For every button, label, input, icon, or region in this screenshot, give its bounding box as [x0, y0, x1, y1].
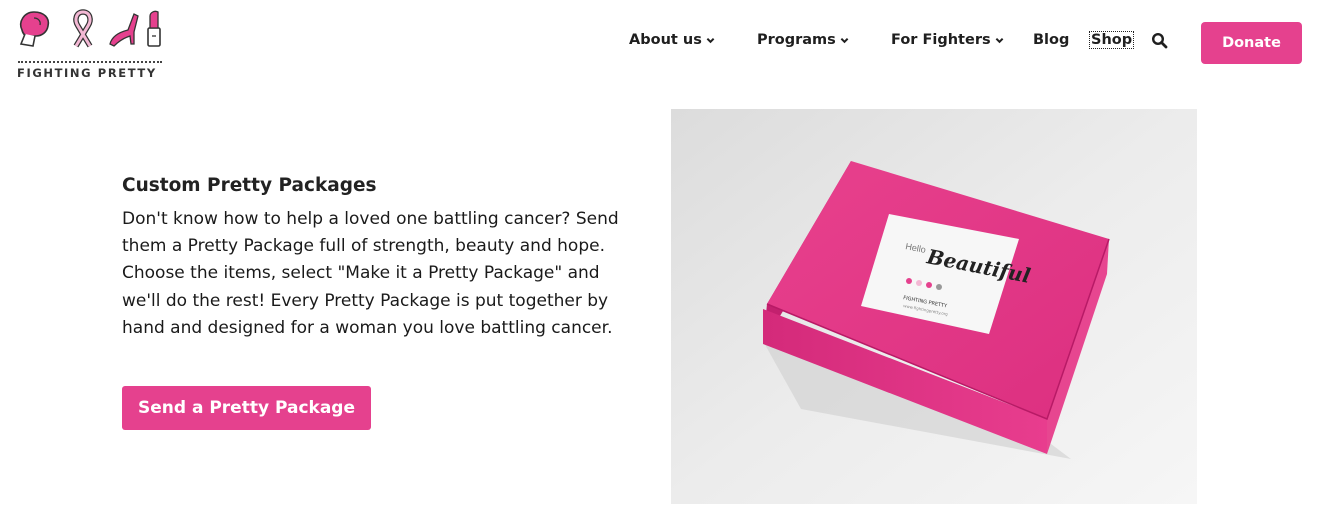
nav-shop-label: Shop	[1091, 32, 1133, 48]
nav-about-us[interactable]: About us	[629, 32, 715, 48]
nav-for-fighters[interactable]: For Fighters	[891, 32, 1004, 48]
section-description: Don't know how to help a loved one battl…	[122, 209, 619, 338]
section-heading: Custom Pretty Packages	[122, 175, 377, 196]
nav-programs-label: Programs	[757, 32, 836, 48]
nav-for-fighters-label: For Fighters	[891, 32, 991, 48]
pretty-package-photo: Hello Beautiful FIGHTING PRETTY www.figh…	[671, 109, 1197, 504]
logo-divider	[18, 61, 162, 63]
chevron-down-icon	[706, 37, 715, 43]
logo-text: FIGHTING PRETTY	[17, 66, 157, 80]
site-logo[interactable]: FIGHTING PRETTY	[16, 8, 164, 80]
send-pretty-package-button[interactable]: Send a Pretty Package	[122, 386, 371, 430]
donate-button[interactable]: Donate	[1201, 22, 1302, 64]
chevron-down-icon	[995, 37, 1003, 43]
nav-blog-label: Blog	[1033, 32, 1070, 48]
search-icon[interactable]	[1151, 32, 1169, 50]
nav-blog[interactable]: Blog	[1033, 32, 1069, 48]
boxing-glove-icon	[19, 11, 50, 47]
nav-programs[interactable]: Programs	[757, 32, 849, 48]
chevron-down-icon	[840, 37, 849, 43]
lipstick-icon	[147, 10, 161, 47]
logo-icons	[19, 9, 161, 48]
ribbon-icon	[73, 9, 93, 48]
nav-shop[interactable]: Shop	[1088, 31, 1135, 49]
nav-about-us-label: About us	[629, 32, 702, 48]
high-heel-icon	[109, 13, 139, 47]
